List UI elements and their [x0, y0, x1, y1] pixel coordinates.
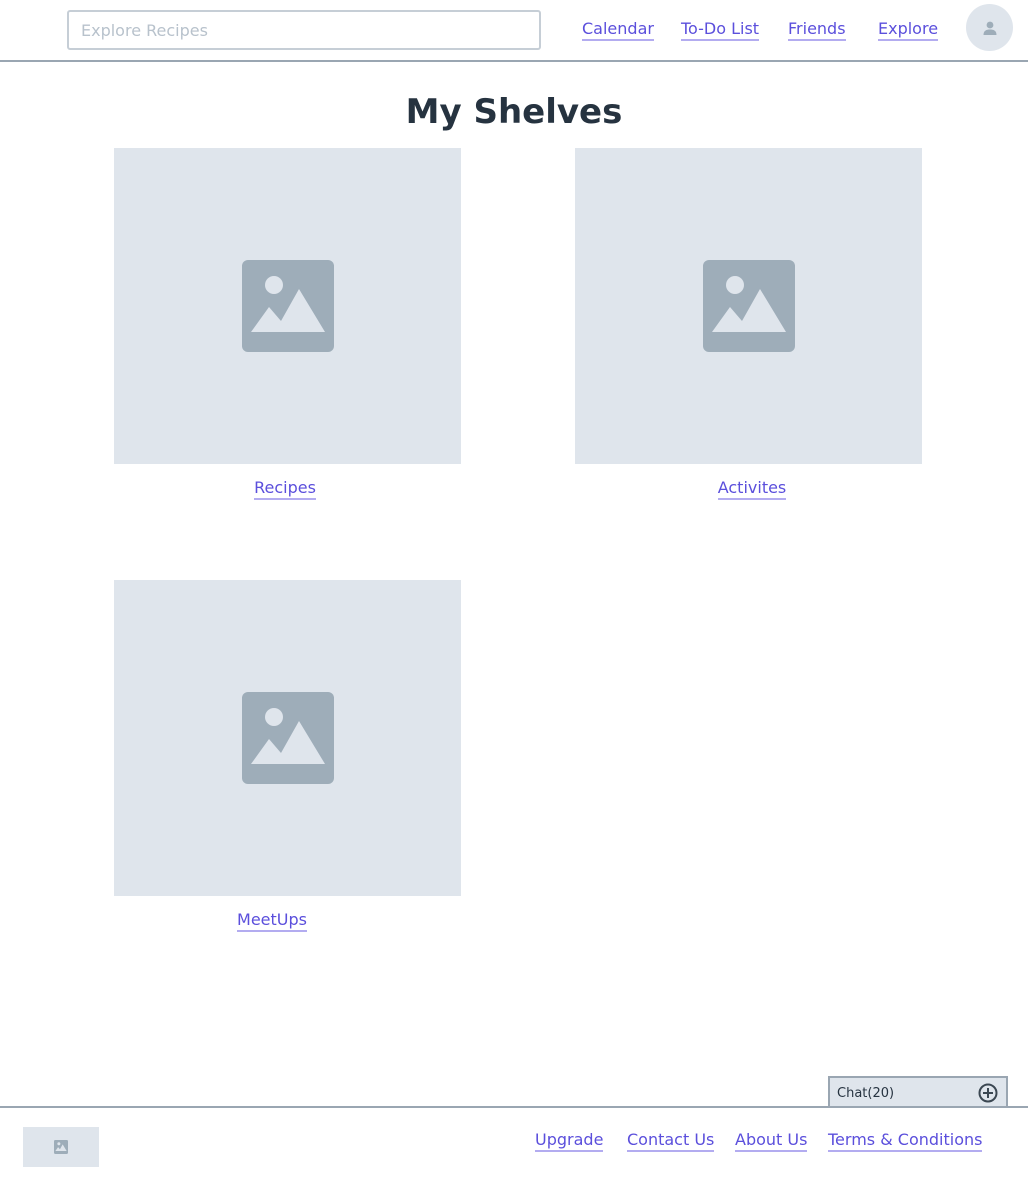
user-icon — [983, 21, 996, 35]
nav-link-calendar[interactable]: Calendar — [582, 19, 654, 41]
footer-link-upgrade[interactable]: Upgrade — [535, 1130, 604, 1152]
footer-link-terms[interactable]: Terms & Conditions — [828, 1130, 983, 1152]
shelf-label-wrap-recipes: Recipes — [114, 478, 456, 500]
footer-item-about[interactable]: About Us — [735, 1108, 808, 1174]
image-placeholder-icon — [241, 260, 334, 352]
nav-item-todo[interactable]: To-Do List — [681, 0, 760, 60]
nav-link-todo-list[interactable]: To-Do List — [681, 19, 760, 41]
shelf-card-recipes[interactable] — [114, 148, 461, 464]
shelf-card-activities[interactable] — [575, 148, 922, 464]
shelf-link-meetups[interactable]: MeetUps — [237, 910, 307, 932]
shelf-link-recipes[interactable]: Recipes — [254, 478, 316, 500]
shelf-label-wrap-activities: Activites — [575, 478, 929, 500]
shelf-link-activities[interactable]: Activites — [717, 478, 787, 500]
nav-item-explore[interactable]: Explore — [878, 0, 939, 60]
plus-circle-icon[interactable] — [978, 1083, 998, 1103]
footer-link-about-us[interactable]: About Us — [735, 1130, 808, 1152]
footer: Upgrade Contact Us About Us Terms & Cond… — [0, 1106, 1028, 1184]
nav-link-friends[interactable]: Friends — [788, 19, 846, 41]
page-title: My Shelves — [405, 92, 623, 132]
top-header: Calendar To-Do List Friends Explore — [0, 0, 1028, 62]
nav-item-calendar[interactable]: Calendar — [582, 0, 654, 60]
nav-item-friends[interactable]: Friends — [788, 0, 846, 60]
image-placeholder-icon — [702, 260, 795, 352]
search-box[interactable] — [67, 10, 541, 50]
footer-link-contact-us[interactable]: Contact Us — [627, 1130, 715, 1152]
footer-item-terms[interactable]: Terms & Conditions — [828, 1108, 983, 1174]
image-placeholder-icon — [54, 1140, 68, 1154]
nav-link-explore[interactable]: Explore — [878, 19, 939, 41]
chat-tab[interactable]: Chat(20) — [828, 1076, 1008, 1108]
footer-item-contact[interactable]: Contact Us — [627, 1108, 715, 1174]
shelf-label-wrap-meetups: MeetUps — [114, 910, 430, 932]
chat-label: Chat(20) — [837, 1085, 895, 1101]
search-input[interactable] — [69, 12, 539, 48]
footer-item-upgrade[interactable]: Upgrade — [535, 1108, 604, 1174]
shelf-card-meetups[interactable] — [114, 580, 461, 896]
avatar[interactable] — [966, 4, 1013, 51]
footer-logo[interactable] — [23, 1127, 99, 1167]
image-placeholder-icon — [241, 692, 334, 784]
